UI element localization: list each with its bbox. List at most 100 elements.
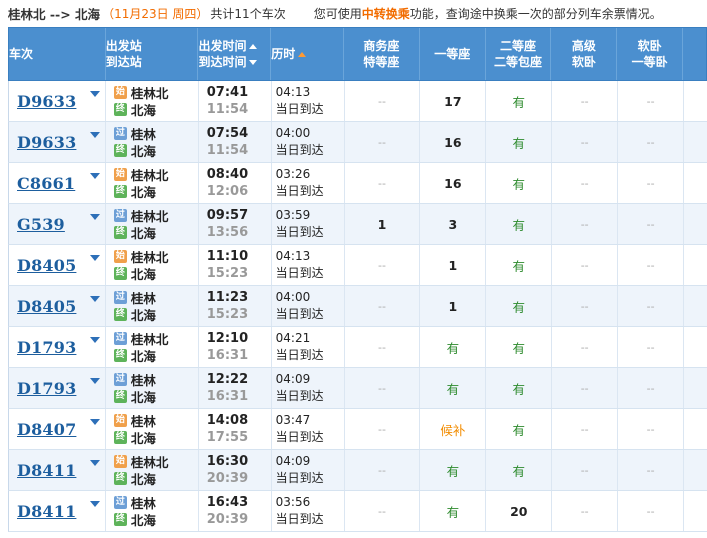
table-row[interactable]: D9633 始桂林北终北海 07:41 11:54 04:13 当日到达 -- 17 有 -- --: [8, 81, 707, 122]
sort-up-icon[interactable]: [249, 44, 258, 49]
header-stations: 出发站 到达站: [106, 28, 199, 80]
transfer-tip: 您可使用中转换乘功能，查询途中换乘一次的部分列车余票情况。: [314, 5, 662, 22]
duration-cell: 04:21 当日到达: [272, 327, 345, 367]
train-number-link[interactable]: G539: [17, 215, 65, 234]
header-second-seat: 二等座 二等包座: [486, 28, 552, 80]
sort-down-icon[interactable]: [249, 60, 258, 65]
arrival-station: 北海: [130, 185, 156, 200]
second-seat-cell: 有: [486, 122, 553, 162]
table-row[interactable]: D8405 过桂林终北海 11:23 15:23 04:00 当日到达 -- 1 有 -- --: [8, 286, 707, 327]
first-seat-cell: 16: [420, 163, 487, 203]
table-row[interactable]: D8411 过桂林终北海 16:43 20:39 03:56 当日到达 -- 有 20 -- --: [8, 491, 707, 532]
advanced-sleeper-cell: --: [552, 204, 619, 244]
train-cell: D9633: [9, 81, 106, 121]
header-times[interactable]: 出发时间 到达时间: [198, 28, 272, 80]
departure-time: 07:41: [206, 85, 249, 100]
origin-badge-icon: 始: [113, 86, 127, 99]
duration: 04:13: [275, 85, 311, 99]
time-cell: 16:30 20:39: [199, 450, 272, 490]
extra-cell: [684, 81, 707, 121]
table-row[interactable]: D8411 始桂林北终北海 16:30 20:39 04:09 当日到达 -- 有有 -- --: [8, 450, 707, 491]
time-cell: 07:41 11:54: [199, 81, 272, 121]
departure-time: 09:57: [206, 208, 249, 223]
station-cell: 始桂林北终北海: [106, 450, 199, 490]
table-row[interactable]: D8407 始桂林终北海 14:08 17:55 03:47 当日到达 -- 候补有 -- --: [8, 409, 707, 450]
train-number-link[interactable]: D9633: [17, 92, 76, 111]
expand-stops-icon[interactable]: [89, 173, 100, 179]
expand-stops-icon[interactable]: [89, 255, 100, 261]
expand-stops-icon[interactable]: [89, 460, 100, 466]
business-seat-cell: --: [345, 409, 421, 449]
expand-stops-icon[interactable]: [89, 132, 100, 138]
train-cell: G539: [9, 204, 106, 244]
header-duration[interactable]: 历时: [271, 28, 345, 80]
departure-time: 16:30: [206, 454, 249, 469]
train-cell: D8405: [9, 286, 106, 326]
arrival-station: 北海: [130, 472, 156, 487]
table-row[interactable]: D1793 过桂林北终北海 12:10 16:31 04:21 当日到达 -- 有有 -- --: [8, 327, 707, 368]
table-row[interactable]: D1793 过桂林终北海 12:22 16:31 04:09 当日到达 -- 有有 -- --: [8, 368, 707, 409]
soft-sleeper-cell: --: [618, 204, 685, 244]
expand-stops-icon[interactable]: [89, 378, 100, 384]
arrival-station: 北海: [130, 390, 156, 405]
duration-cell: 03:47 当日到达: [272, 409, 345, 449]
time-cell: 09:57 13:56: [199, 204, 272, 244]
pass-badge-icon: 过: [113, 332, 127, 345]
arrival-station: 北海: [130, 431, 156, 446]
time-cell: 12:10 16:31: [199, 327, 272, 367]
first-seat-cell: 1: [420, 245, 487, 285]
expand-stops-icon[interactable]: [89, 501, 100, 507]
first-seat-cell: 有: [420, 491, 487, 531]
table-row[interactable]: D9633 过桂林终北海 07:54 11:54 04:00 当日到达 -- 16 有 -- --: [8, 122, 707, 163]
train-cell: D8405: [9, 245, 106, 285]
advanced-sleeper-cell: --: [552, 81, 619, 121]
arrival-day: 当日到达: [275, 471, 324, 485]
expand-stops-icon[interactable]: [89, 337, 100, 343]
time-cell: 08:40 12:06: [199, 163, 272, 203]
origin-badge-icon: 始: [113, 168, 127, 181]
tip-suffix: 功能，查询途中换乘一次的部分列车余票情况。: [409, 6, 662, 21]
train-number-link[interactable]: D8405: [17, 256, 76, 275]
train-number-link[interactable]: C8661: [17, 174, 75, 193]
train-cell: C8661: [9, 163, 106, 203]
duration-cell: 04:00 当日到达: [272, 122, 345, 162]
soft-sleeper-cell: --: [618, 81, 685, 121]
train-number-link[interactable]: D1793: [17, 379, 76, 398]
soft-sleeper-cell: --: [618, 450, 685, 490]
soft-sleeper-cell: --: [618, 368, 685, 408]
train-number-link[interactable]: D8405: [17, 297, 76, 316]
expand-stops-icon[interactable]: [89, 214, 100, 220]
search-summary-bar: 桂林北 --> 北海 （11月23日 周四） 共计11个车次 您可使用中转换乘功…: [0, 0, 707, 26]
table-row[interactable]: D8405 始桂林北终北海 11:10 15:23 04:13 当日到达 -- 1 有 -- --: [8, 245, 707, 286]
duration-cell: 04:09 当日到达: [272, 368, 345, 408]
arrival-station: 北海: [130, 103, 156, 118]
arrival-time: 16:31: [206, 389, 249, 404]
train-number-link[interactable]: D1793: [17, 338, 76, 357]
extra-cell: [684, 327, 707, 367]
sort-active-icon[interactable]: [298, 52, 307, 57]
expand-stops-icon[interactable]: [89, 296, 100, 302]
arrival-station: 北海: [130, 513, 156, 528]
train-number-link[interactable]: D8407: [17, 420, 76, 439]
arrival-station: 北海: [130, 349, 156, 364]
expand-stops-icon[interactable]: [89, 419, 100, 425]
transfer-link[interactable]: 中转换乘: [362, 7, 410, 21]
arrival-station: 北海: [130, 144, 156, 159]
table-row[interactable]: C8661 始桂林北终北海 08:40 12:06 03:26 当日到达 -- 16 有 -- --: [8, 163, 707, 204]
arrival-day: 当日到达: [275, 184, 324, 198]
departure-time: 16:43: [206, 495, 249, 510]
station-cell: 过桂林北终北海: [106, 327, 199, 367]
first-seat-cell: 候补: [420, 409, 487, 449]
extra-cell: [684, 409, 707, 449]
duration: 03:26: [275, 167, 311, 181]
time-cell: 14:08 17:55: [199, 409, 272, 449]
expand-stops-icon[interactable]: [89, 91, 100, 97]
duration-cell: 03:59 当日到达: [272, 204, 345, 244]
table-row[interactable]: G539 过桂林北终北海 09:57 13:56 03:59 当日到达 1 3 有 -- --: [8, 204, 707, 245]
second-seat-cell: 有: [486, 81, 553, 121]
extra-cell: [684, 122, 707, 162]
train-number-link[interactable]: D8411: [17, 461, 76, 480]
train-number-link[interactable]: D8411: [17, 502, 76, 521]
business-seat-cell: --: [345, 368, 421, 408]
train-number-link[interactable]: D9633: [17, 133, 76, 152]
